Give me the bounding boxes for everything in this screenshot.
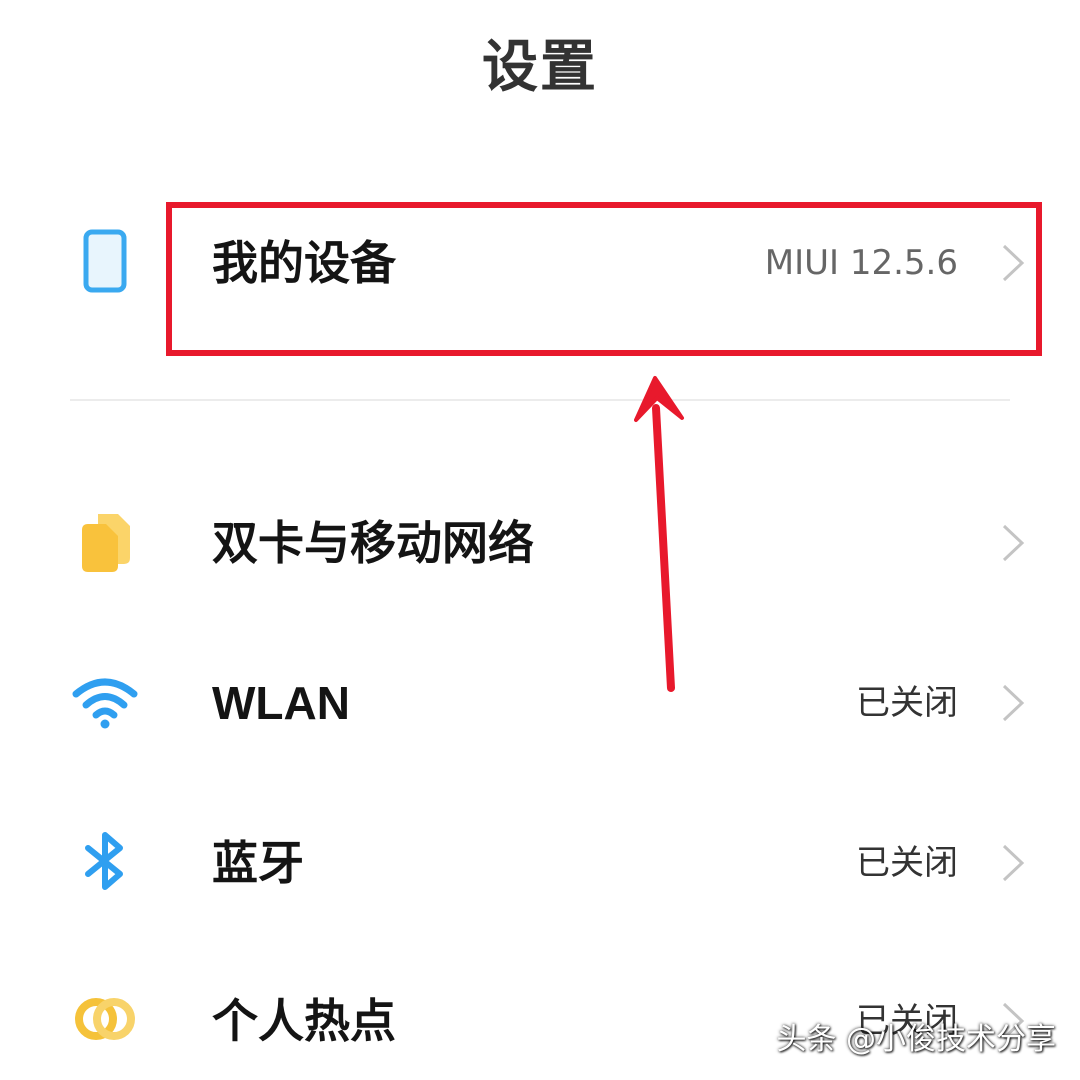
- wifi-icon: [72, 668, 138, 734]
- settings-item-label: 个人热点: [212, 994, 396, 1048]
- settings-item-label: 双卡与移动网络: [212, 516, 534, 570]
- chevron-right-icon: [998, 522, 1028, 564]
- chevron-right-icon: [998, 682, 1028, 724]
- settings-item-wlan[interactable]: WLAN 已关闭: [0, 638, 1080, 768]
- settings-item-label: WLAN: [212, 677, 350, 729]
- sim-card-icon: [72, 508, 138, 574]
- section-divider: [70, 399, 1010, 401]
- settings-item-value: 已关闭: [856, 843, 958, 883]
- settings-item-label: 蓝牙: [212, 836, 304, 890]
- settings-item-sim-network[interactable]: 双卡与移动网络: [0, 478, 1080, 608]
- bluetooth-icon: [72, 828, 138, 894]
- watermark: 头条 @小俊技术分享: [776, 1022, 1056, 1057]
- phone-icon: [72, 228, 138, 294]
- annotation-highlight-box: [166, 202, 1042, 356]
- chevron-right-icon: [998, 842, 1028, 884]
- settings-item-bluetooth[interactable]: 蓝牙 已关闭: [0, 798, 1080, 928]
- settings-item-value: 已关闭: [856, 683, 958, 723]
- hotspot-icon: [72, 986, 138, 1052]
- page-title: 设置: [482, 35, 598, 100]
